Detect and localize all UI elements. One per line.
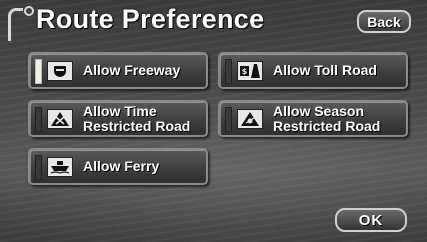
route-preference-screen: Route Preference Back Allow Freeway $ Al… [0, 0, 427, 242]
label-line-2: Restricted Road [273, 118, 381, 134]
allow-toll-road-button[interactable]: $ Allow Toll Road [218, 52, 408, 89]
label-line-1: Allow Season [273, 103, 365, 119]
allow-time-restricted-label: Allow Time Restricted Road [83, 104, 190, 134]
svg-text:$: $ [242, 67, 248, 76]
season-restricted-selected-indicator [225, 107, 232, 132]
allow-freeway-label: Allow Freeway [83, 62, 181, 78]
time-restricted-selected-indicator [35, 107, 42, 132]
time-restricted-road-icon [47, 109, 73, 129]
allow-time-restricted-road-button[interactable]: Allow Time Restricted Road [28, 100, 208, 137]
ferry-selected-indicator [35, 155, 42, 180]
allow-toll-road-label: Allow Toll Road [273, 62, 377, 78]
toll-booth-icon: $ [237, 61, 263, 81]
allow-freeway-button[interactable]: Allow Freeway [28, 52, 208, 89]
freeway-selected-indicator [35, 59, 42, 84]
allow-ferry-button[interactable]: Allow Ferry [28, 148, 208, 185]
title-dot-decoration [24, 6, 34, 16]
freeway-shield-icon [47, 61, 73, 81]
ok-button[interactable]: OK [335, 208, 407, 232]
allow-season-restricted-road-button[interactable]: Allow Season Restricted Road [218, 100, 408, 137]
page-title: Route Preference [36, 4, 265, 34]
allow-ferry-label: Allow Ferry [83, 158, 160, 174]
toll-road-selected-indicator [225, 59, 232, 84]
back-button[interactable]: Back [357, 10, 411, 33]
season-restricted-road-icon [237, 109, 263, 129]
ferry-icon [47, 157, 73, 177]
label-line-1: Allow Time [83, 103, 157, 119]
title-bracket-decoration [8, 8, 23, 41]
label-line-2: Restricted Road [83, 118, 191, 134]
allow-season-restricted-label: Allow Season Restricted Road [273, 104, 380, 134]
